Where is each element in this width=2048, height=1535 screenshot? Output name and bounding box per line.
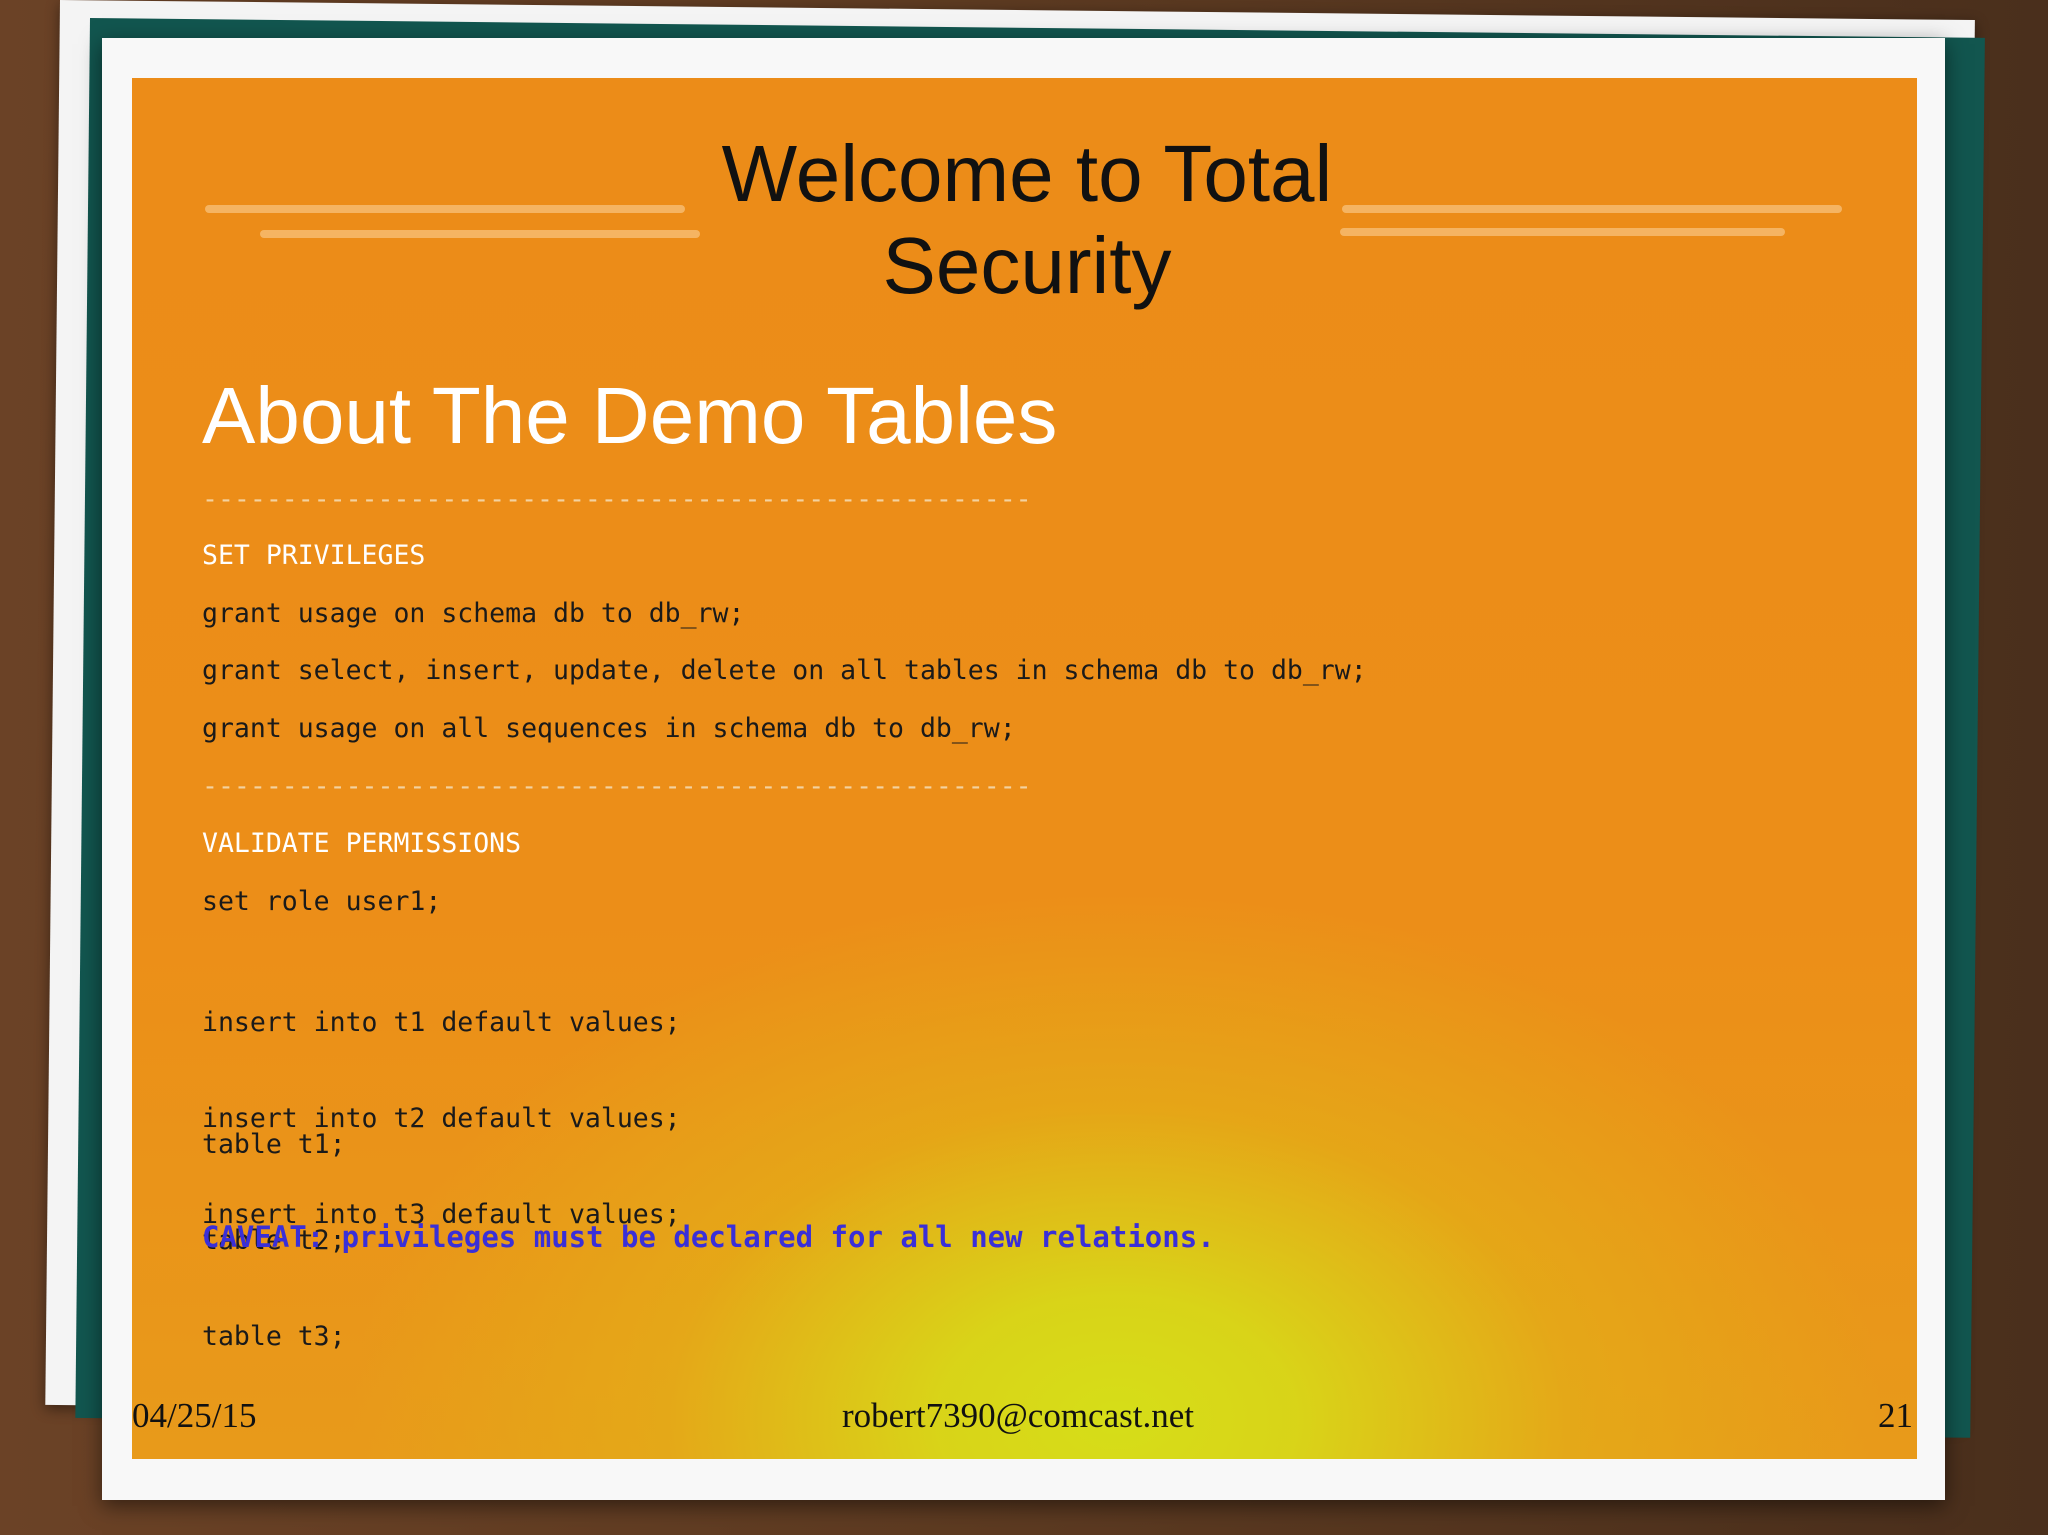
footer-date: 04/25/15 [132,1396,257,1435]
code-line: grant select, insert, update, delete on … [202,655,1367,686]
footer-email: robert7390@comcast.net [842,1396,1194,1435]
section-heading-set-privileges: SET PRIVILEGES [202,540,426,571]
footer-page-number: 21 [1878,1396,1913,1435]
code-line: grant usage on all sequences in schema d… [202,713,1016,744]
code-line: set role user1; [202,886,442,917]
code-line: table t1; [202,1129,346,1160]
caveat-note: CAVEAT: privileges must be declared for … [202,1220,1215,1254]
code-line: table t3; [202,1321,346,1352]
slide-subtitle: About The Demo Tables [202,371,1058,460]
slide-title: Welcome to Total Security [721,129,1333,310]
separator-top: ----------------------------------------… [202,484,1032,515]
code-line: insert into t1 default values; [202,1007,681,1038]
title-deco-left-top [205,205,685,213]
slide: Welcome to Total Security About The Demo… [132,78,1917,1459]
section-heading-validate-permissions: VALIDATE PERMISSIONS [202,828,522,859]
code-line: grant usage on schema db to db_rw; [202,598,745,629]
separator-middle: ----------------------------------------… [202,771,1032,802]
